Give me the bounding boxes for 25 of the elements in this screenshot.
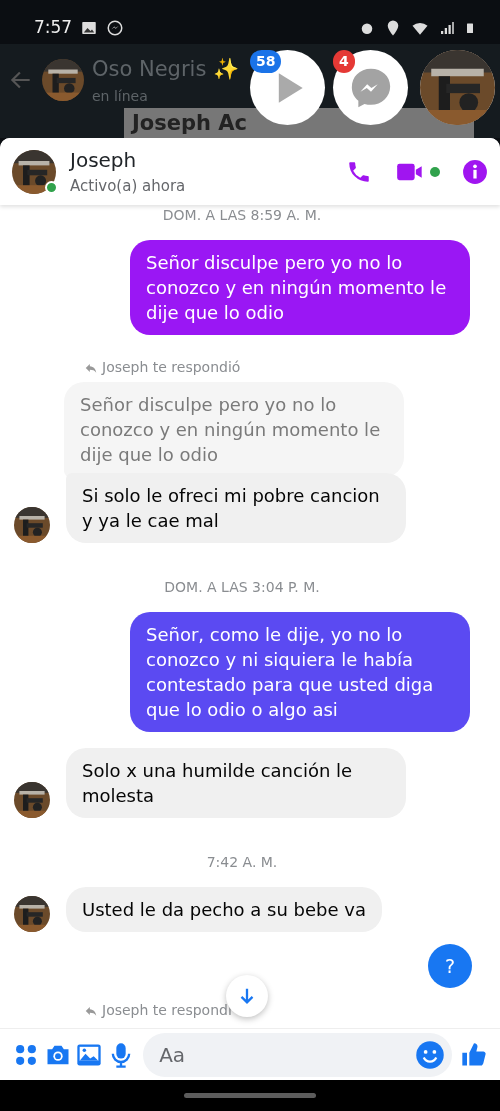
help-button[interactable]: ? (428, 944, 472, 988)
message-bubble: Señor, como le dije, yo no lo conozco y ni siquiera le había contestado para que usted diga que lo odio o algo asi (130, 612, 470, 732)
contact-name: Oso Negris ✨ (92, 56, 240, 83)
message-field[interactable]: Aa (143, 1032, 453, 1077)
timestamp: DOM. A LAS 8:59 A. M. (162, 206, 322, 225)
status-time: 7:57 (34, 16, 73, 40)
contact-name: Joseph (70, 147, 138, 175)
messenger-icon (106, 19, 125, 37)
timestamp: DOM. A LAS 3:04 P. M. (164, 578, 320, 597)
message-bubble: Si solo le ofreci mi pobre cancion y ya le cae mal (66, 473, 406, 543)
count-badge: 58 (250, 50, 282, 73)
reply-label: Joseph te respondió (102, 358, 241, 377)
signal-icon (438, 19, 456, 37)
image-icon (80, 19, 99, 37)
quoted-message: Señor disculpe pero yo no lo conozco y en ningún momento le dije que lo odio (64, 382, 404, 477)
contact-status: en línea (92, 86, 149, 106)
emoji-icon[interactable] (415, 1039, 446, 1070)
timestamp: 7:42 A. M. (206, 853, 278, 872)
thumbs-up-icon (460, 1040, 489, 1069)
message-bubble: Solo x una humilde canción le molesta (66, 748, 406, 818)
contact-status: Activo(a) ahora (70, 176, 186, 198)
message-bubble: Usted le da pecho a su bebe va (66, 887, 382, 932)
info-icon[interactable] (462, 158, 488, 185)
reply-label: Joseph te respondi (102, 1001, 232, 1020)
message-bubble: Señor disculpe pero yo no lo conozco y en ningún momento le dije que lo odio (130, 240, 470, 335)
